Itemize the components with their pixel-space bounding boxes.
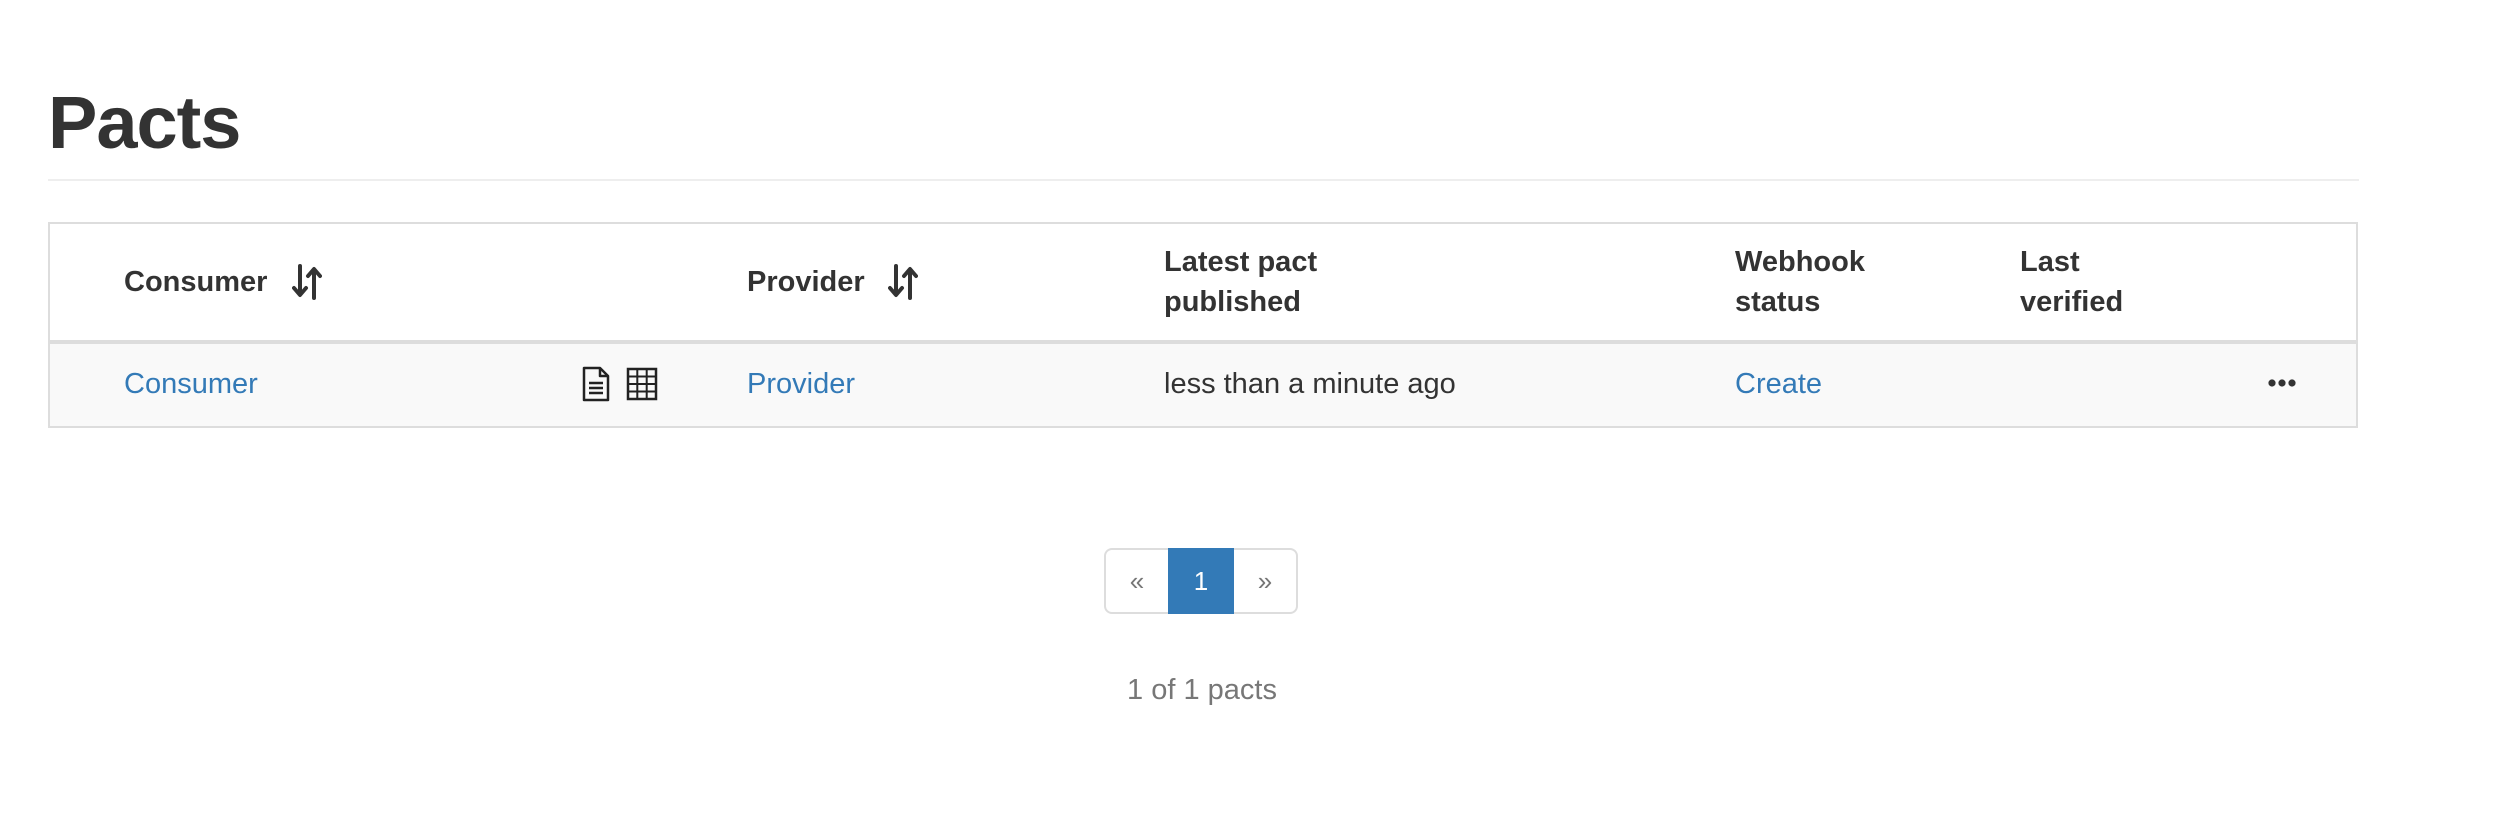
title-divider [48,179,2359,181]
provider-column-header[interactable]: Provider [747,262,865,302]
consumer-link[interactable]: Consumer [124,364,258,404]
page-title: Pacts [48,81,241,164]
webhook-status-header: Webhook status [1735,242,1995,322]
webhook-header-line1: Webhook [1735,246,1865,278]
pagination: « 1 » [1104,548,1298,614]
current-page-button[interactable]: 1 [1168,548,1234,614]
webhook-create-link[interactable]: Create [1735,364,1822,404]
consumer-column-header[interactable]: Consumer [124,262,267,302]
previous-page-button[interactable]: « [1104,548,1170,614]
latest-pact-header-line2: published [1164,286,1301,318]
latest-pact-published-header: Latest pact published [1164,242,1424,322]
webhook-header-line2: status [1735,286,1821,318]
last-verified-header-line2: verified [2020,286,2124,318]
latest-pact-header-line1: Latest pact [1164,246,1318,278]
provider-link[interactable]: Provider [747,364,855,404]
last-verified-header: Last verified [2020,242,2280,322]
latest-pact-published-value: less than a minute ago [1164,368,1456,400]
pacts-table: Consumer Provider Latest pact published … [48,222,2358,428]
last-verified-header-line1: Last [2020,246,2080,278]
consumer-sort-icon[interactable] [292,264,322,300]
provider-sort-icon[interactable] [888,264,918,300]
next-page-button[interactable]: » [1232,548,1298,614]
table-row: Consumer Provider less than a minute ago… [50,344,2356,426]
ellipsis-icon[interactable] [2266,370,2298,396]
table-header: Consumer Provider Latest pact published … [50,224,2356,344]
pact-count-summary: 1 of 1 pacts [1127,674,1277,706]
matrix-grid-icon[interactable] [626,366,658,402]
document-icon[interactable] [580,366,612,402]
